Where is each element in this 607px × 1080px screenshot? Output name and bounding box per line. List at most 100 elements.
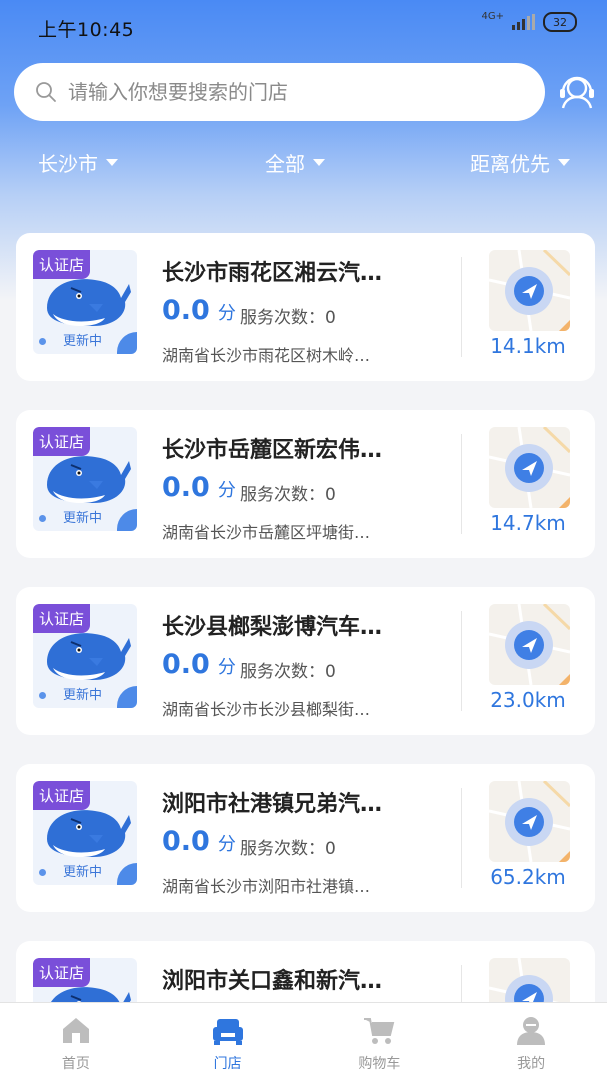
navigation-icon [489, 250, 570, 331]
service-count: 服务次数：0 [240, 657, 336, 682]
service-count: 服务次数：0 [240, 834, 336, 859]
city-filter[interactable]: 长沙市 [38, 148, 118, 177]
store-address: 湖南省长沙市浏阳市社港镇… [162, 877, 371, 896]
certified-badge: 认证店 [33, 427, 91, 456]
sort-filter-label: 距离优先 [470, 152, 550, 176]
battery-icon: 32 [543, 12, 577, 32]
tab-store[interactable]: 门店 [152, 1003, 304, 1080]
service-count-value: 0 [325, 485, 336, 505]
leaf-decoration [117, 686, 137, 708]
search-icon [36, 82, 56, 102]
score-unit: 分 [217, 834, 236, 855]
city-filter-label: 长沙市 [38, 152, 98, 176]
store-card[interactable]: 认证店 更新中 长沙市雨花区湘云汽… 0.0 分 服务次数：0 湖南省长沙市雨花… [16, 233, 595, 381]
certified-badge: 认证店 [33, 604, 91, 633]
store-distance: 23.0km [490, 688, 566, 712]
store-thumbnail: 认证店 更新中 [33, 604, 137, 708]
navigation-icon [489, 427, 570, 508]
navigate-button[interactable] [489, 427, 570, 508]
divider [461, 434, 462, 534]
store-distance: 14.1km [490, 334, 566, 358]
filter-bar: 长沙市 全部 距离优先 [0, 140, 607, 184]
store-name[interactable]: 浏阳市社港镇兄弟汽… [162, 786, 432, 818]
store-card[interactable]: 认证店 更新中 浏阳市社港镇兄弟汽… 0.0 分 服务次数：0 湖南省长沙市浏阳… [16, 764, 595, 912]
divider [461, 611, 462, 711]
update-label: 更新中 [63, 688, 103, 703]
store-address: 湖南省长沙市长沙县榔梨街… [162, 700, 371, 719]
divider [461, 788, 462, 888]
service-count-label: 服务次数： [240, 485, 325, 505]
store-icon [212, 1019, 243, 1045]
navigation-icon [489, 781, 570, 862]
service-count-label: 服务次数： [240, 662, 325, 682]
home-icon [62, 1018, 89, 1043]
leaf-decoration [117, 332, 137, 354]
score-unit: 分 [217, 303, 236, 324]
store-score: 0.0 分 [162, 649, 236, 680]
service-count-label: 服务次数： [240, 839, 325, 859]
update-dot [39, 338, 46, 345]
service-count-value: 0 [325, 839, 336, 859]
tab-cart-label: 购物车 [358, 1056, 401, 1072]
category-filter-label: 全部 [265, 152, 305, 176]
navigate-button[interactable] [489, 604, 570, 685]
store-name[interactable]: 长沙市雨花区湘云汽… [162, 255, 432, 287]
store-address: 湖南省长沙市雨花区树木岭… [162, 346, 371, 365]
search-bar[interactable] [14, 63, 545, 121]
score-unit: 分 [217, 480, 236, 501]
store-address: 湖南省长沙市岳麓区坪塘街… [162, 523, 371, 542]
navigate-button[interactable] [489, 781, 570, 862]
score-unit: 分 [217, 657, 236, 678]
update-label: 更新中 [63, 334, 103, 349]
search-input[interactable] [68, 80, 508, 104]
divider [461, 257, 462, 357]
leaf-decoration [117, 863, 137, 885]
update-label: 更新中 [63, 511, 103, 526]
store-name[interactable]: 长沙市岳麓区新宏伟… [162, 432, 432, 464]
status-bar: 上午10:45 4G+ 32 [0, 0, 607, 52]
service-count-value: 0 [325, 662, 336, 682]
cart-icon [364, 1018, 395, 1044]
certified-badge: 认证店 [33, 958, 91, 987]
bottom-tab-bar: 首页 门店 购物车 我的 [0, 1002, 607, 1080]
navigation-icon [489, 604, 570, 685]
update-label: 更新中 [63, 865, 103, 880]
tab-home[interactable]: 首页 [0, 1003, 152, 1080]
dropdown-arrow-icon [313, 159, 325, 166]
store-distance: 14.7km [490, 511, 566, 535]
store-score: 0.0 分 [162, 472, 236, 503]
certified-badge: 认证店 [33, 250, 91, 279]
store-card[interactable]: 认证店 更新中 长沙县榔梨澎博汽车… 0.0 分 服务次数：0 湖南省长沙市长沙… [16, 587, 595, 735]
store-score: 0.0 分 [162, 295, 236, 326]
store-list: 认证店 更新中 长沙市雨花区湘云汽… 0.0 分 服务次数：0 湖南省长沙市雨花… [16, 233, 595, 1080]
profile-icon [517, 1017, 546, 1045]
score-value: 0.0 [162, 649, 210, 680]
battery-level: 32 [553, 15, 567, 29]
store-score: 0.0 分 [162, 826, 236, 857]
status-time: 上午10:45 [38, 19, 135, 41]
status-icons: 4G+ 32 [482, 11, 577, 32]
dropdown-arrow-icon [106, 159, 118, 166]
category-filter[interactable]: 全部 [265, 148, 325, 177]
store-distance: 65.2km [490, 865, 566, 889]
tab-cart[interactable]: 购物车 [304, 1003, 456, 1080]
store-name[interactable]: 浏阳市关口鑫和新汽… [162, 963, 432, 995]
update-dot [39, 515, 46, 522]
tab-store-label: 门店 [213, 1056, 242, 1072]
store-card[interactable]: 认证店 更新中 长沙市岳麓区新宏伟… 0.0 分 服务次数：0 湖南省长沙市岳麓… [16, 410, 595, 558]
store-thumbnail: 认证店 更新中 [33, 427, 137, 531]
navigate-button[interactable] [489, 250, 570, 331]
score-value: 0.0 [162, 295, 210, 326]
signal-icon [512, 14, 535, 30]
customer-service-icon[interactable] [555, 70, 599, 114]
sort-filter[interactable]: 距离优先 [470, 148, 570, 177]
dropdown-arrow-icon [558, 159, 570, 166]
service-count-value: 0 [325, 308, 336, 328]
store-thumbnail: 认证店 更新中 [33, 781, 137, 885]
certified-badge: 认证店 [33, 781, 91, 810]
service-count: 服务次数：0 [240, 480, 336, 505]
tab-profile[interactable]: 我的 [455, 1003, 607, 1080]
update-dot [39, 692, 46, 699]
service-count-label: 服务次数： [240, 308, 325, 328]
store-name[interactable]: 长沙县榔梨澎博汽车… [162, 609, 432, 641]
